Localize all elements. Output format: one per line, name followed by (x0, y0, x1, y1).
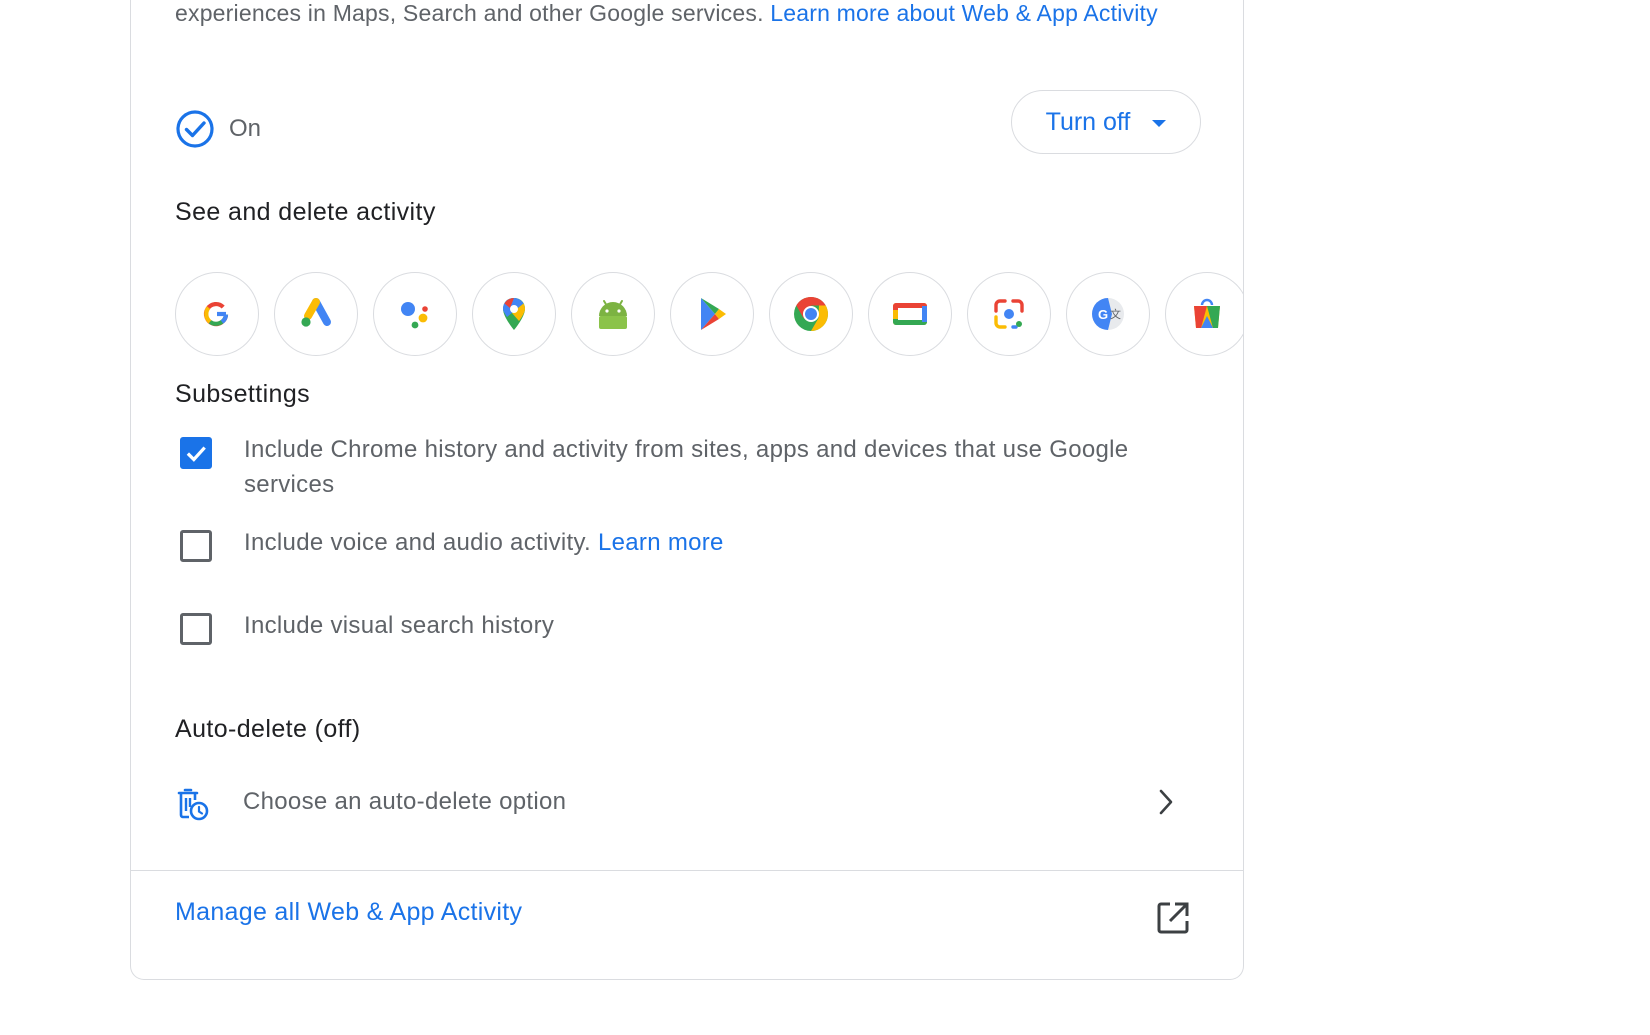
app-android[interactable] (571, 272, 655, 356)
subsettings-title: Subsettings (175, 380, 311, 408)
turn-off-label: Turn off (1045, 107, 1131, 136)
open-in-new-icon[interactable] (1155, 900, 1191, 936)
chrome-icon (794, 297, 828, 331)
google-lens-icon (994, 299, 1024, 329)
caret-down-icon (1152, 119, 1167, 127)
subsetting-visual-search: Include visual search history (175, 608, 1205, 645)
app-google-maps[interactable] (472, 272, 556, 356)
app-chrome[interactable] (769, 272, 853, 356)
visual-search-checkbox[interactable] (180, 613, 212, 645)
auto-delete-title: Auto-delete (off) (175, 715, 361, 743)
app-google-tv[interactable] (868, 272, 952, 356)
activity-status: On (175, 104, 261, 154)
learn-more-web-app-activity-link[interactable]: Learn more about Web & App Activity (770, 0, 1158, 26)
app-google-search[interactable] (175, 272, 259, 356)
google-maps-icon (503, 298, 525, 330)
chrome-history-checkbox[interactable] (180, 437, 212, 469)
app-google-assistant[interactable] (373, 272, 457, 356)
svg-text:G: G (1098, 307, 1108, 322)
google-assistant-icon (401, 302, 428, 329)
app-google-shopping[interactable] (1165, 272, 1243, 356)
status-label: On (229, 115, 262, 142)
chrome-history-label: Include Chrome history and activity from… (244, 436, 1129, 498)
manage-activity-link[interactable]: Manage all Web & App Activity (175, 898, 522, 927)
voice-audio-label: Include voice and audio activity. Learn … (244, 525, 724, 562)
intro-text: experiences in Maps, Search and other Go… (175, 0, 1175, 31)
web-app-activity-card: experiences in Maps, Search and other Go… (130, 0, 1244, 980)
auto-delete-icon (177, 788, 209, 821)
voice-learn-more-link[interactable]: Learn more (598, 529, 724, 556)
voice-audio-checkbox[interactable] (180, 530, 212, 562)
subsetting-chrome-history: Include Chrome history and activity from… (175, 432, 1205, 502)
footer-divider (131, 870, 1243, 871)
app-google-lens[interactable] (967, 272, 1051, 356)
intro-description: experiences in Maps, Search and other Go… (175, 0, 771, 26)
voice-audio-text: Include voice and audio activity. (244, 529, 598, 556)
subsetting-voice-audio: Include voice and audio activity. Learn … (175, 525, 1205, 562)
checkmark-icon (186, 446, 206, 462)
chevron-right-icon (1159, 789, 1173, 815)
turn-off-button[interactable]: Turn off (1011, 90, 1201, 154)
google-shopping-icon (1194, 298, 1220, 328)
google-search-icon (203, 301, 229, 327)
check-circle-icon (176, 110, 214, 148)
app-google-ads[interactable] (274, 272, 358, 356)
google-ads-icon (301, 298, 331, 327)
auto-delete-option-row[interactable]: Choose an auto-delete option (175, 780, 1205, 830)
android-icon (599, 300, 627, 329)
svg-text:文: 文 (1110, 307, 1121, 321)
app-icons-row: G 文 (175, 272, 1243, 358)
auto-delete-option-label: Choose an auto-delete option (243, 788, 567, 815)
google-translate-icon: G 文 (1092, 298, 1124, 330)
visual-search-label: Include visual search history (244, 612, 555, 639)
google-play-icon (701, 298, 726, 330)
app-google-play[interactable] (670, 272, 754, 356)
google-tv-icon (893, 303, 927, 325)
app-google-translate[interactable]: G 文 (1066, 272, 1150, 356)
see-delete-title: See and delete activity (175, 198, 436, 226)
